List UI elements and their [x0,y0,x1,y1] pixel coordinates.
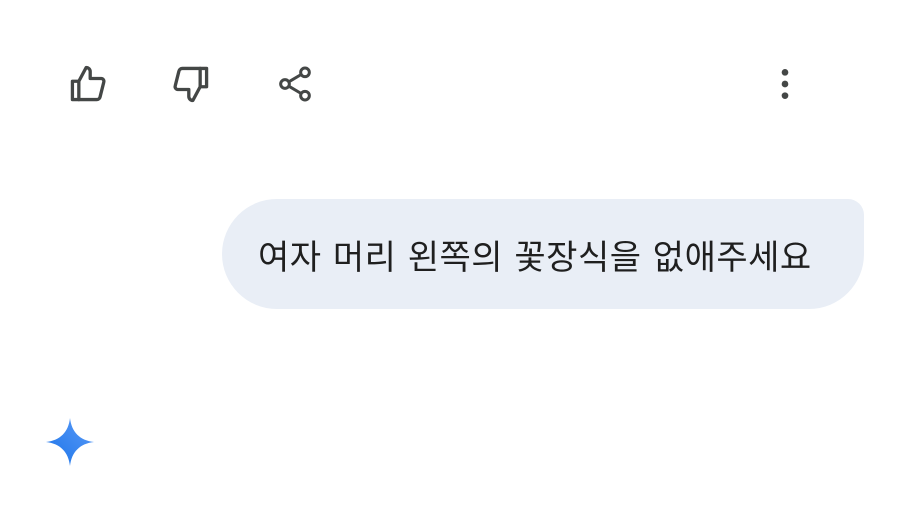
thumbs-up-button[interactable] [64,60,112,108]
gemini-sparkle-icon [46,418,94,466]
more-vert-icon [781,69,789,99]
thumbs-up-icon [70,65,106,102]
more-options-button[interactable] [761,60,809,108]
user-message-text: 여자 머리 왼쪽의 꽃장식을 없애주세요 [258,237,812,278]
chat-screen: 여자 머리 왼쪽의 꽃장식을 없애주세요 [0,0,900,520]
share-icon [279,66,311,102]
thumbs-down-icon [173,66,209,103]
gemini-avatar [44,416,96,468]
share-button[interactable] [271,60,319,108]
thumbs-down-button[interactable] [167,60,215,108]
user-message-bubble[interactable]: 여자 머리 왼쪽의 꽃장식을 없애주세요 [222,199,864,309]
